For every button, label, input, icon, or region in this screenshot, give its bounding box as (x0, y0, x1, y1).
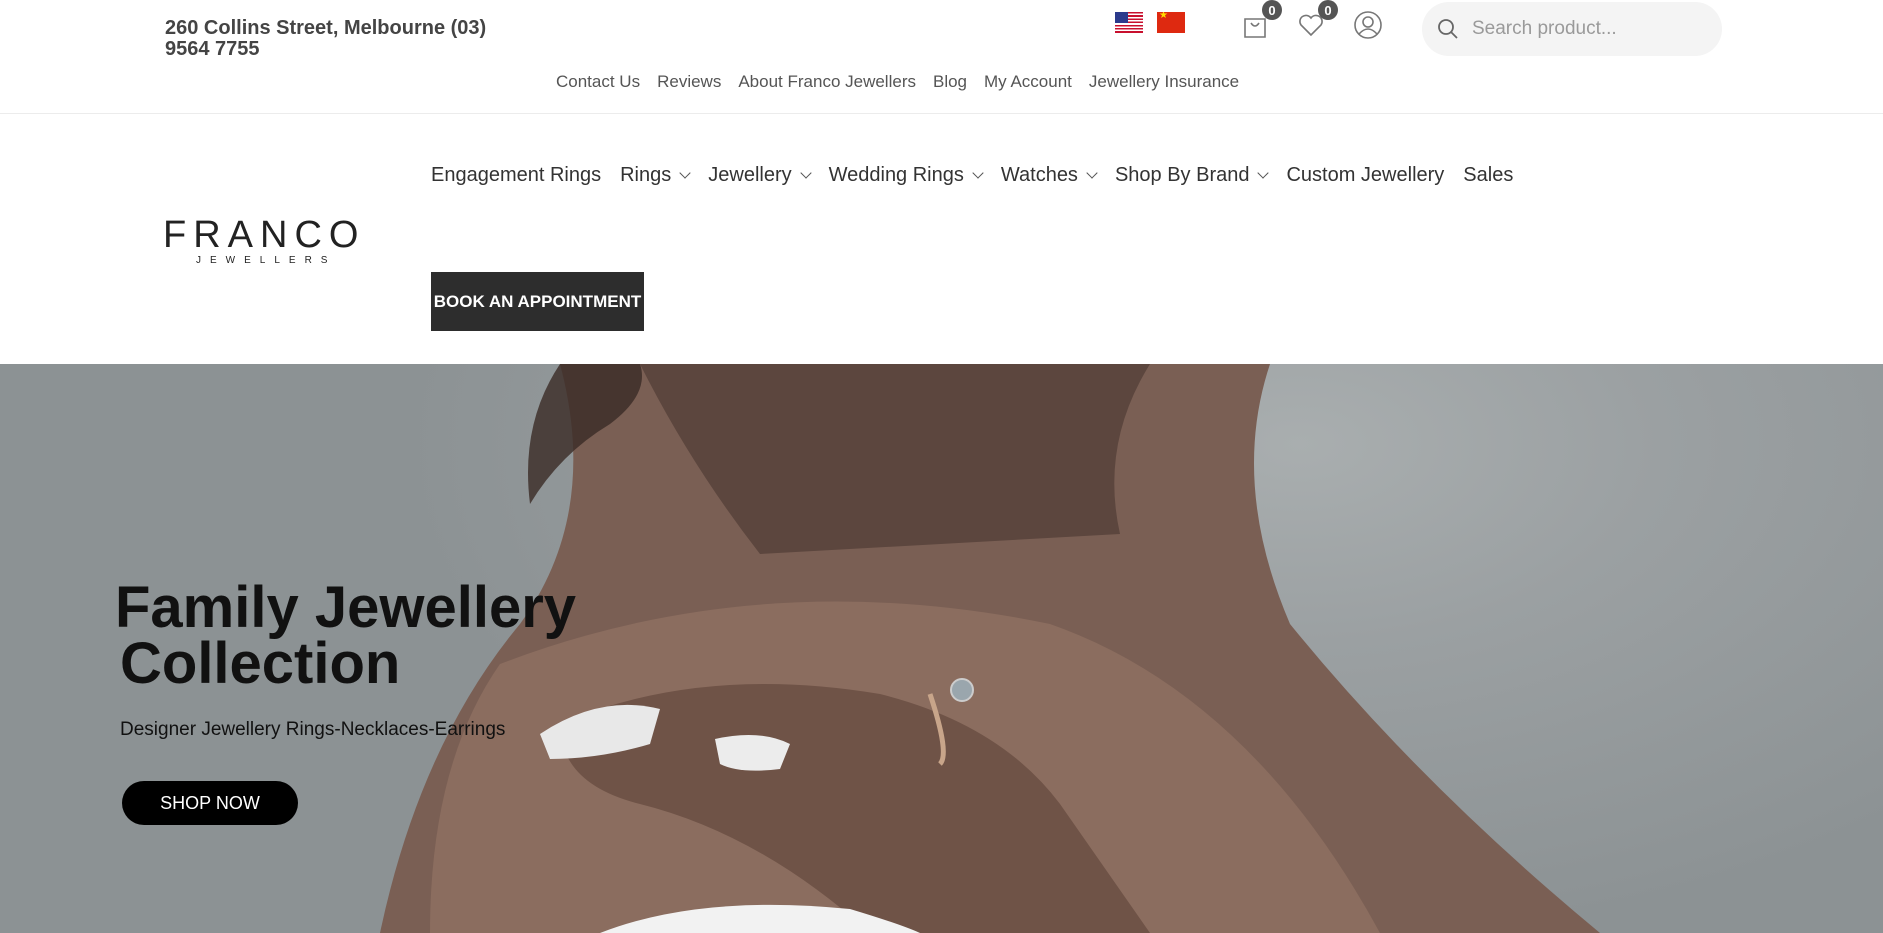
hero-banner: Family Jewellery Collection Designer Jew… (0, 364, 1883, 933)
site-logo[interactable]: FRANCO JEWELLERS (163, 214, 366, 266)
link-blog[interactable]: Blog (933, 72, 967, 92)
link-my-account[interactable]: My Account (984, 72, 1072, 92)
user-icon (1354, 11, 1382, 39)
chevron-down-icon (1086, 167, 1098, 179)
store-address: 260 Collins Street, Melbourne (03) 9564 … (165, 17, 487, 60)
nav-rings[interactable]: Rings (620, 164, 691, 187)
link-jewellery-insurance[interactable]: Jewellery Insurance (1089, 72, 1239, 92)
nav-engagement-rings[interactable]: Engagement Rings (431, 164, 601, 187)
search-input[interactable] (1472, 18, 1702, 40)
hero-title: Family Jewellery Collection (115, 579, 576, 696)
logo-name: FRANCO (163, 214, 366, 256)
chevron-down-icon (799, 167, 812, 179)
link-reviews[interactable]: Reviews (657, 72, 721, 92)
nav-label: Watches (1000, 164, 1078, 186)
hero-subtitle: Designer Jewellery Rings-Necklaces-Earri… (120, 719, 506, 740)
book-appointment-button[interactable]: BOOK AN APPOINTMENT (431, 272, 644, 331)
nav-watches[interactable]: Watches (1000, 164, 1098, 187)
account-button[interactable] (1353, 10, 1383, 40)
language-switcher (1115, 12, 1185, 33)
nav-custom-jewellery[interactable]: Custom Jewellery (1286, 164, 1444, 187)
nav-label: Engagement Rings (431, 164, 602, 186)
nav-label: Shop By Brand (1114, 164, 1250, 186)
search-icon[interactable] (1436, 17, 1460, 41)
top-links: Contact Us Reviews About Franco Jeweller… (556, 72, 1239, 92)
chevron-down-icon (679, 167, 691, 179)
nav-jewellery[interactable]: Jewellery (708, 164, 812, 187)
nav-label: Custom Jewellery (1286, 164, 1445, 186)
chevron-down-icon (1257, 167, 1270, 179)
flag-us-icon[interactable] (1115, 12, 1143, 33)
main-nav: Engagement Rings Rings Jewellery Wedding… (431, 164, 1513, 187)
logo-tagline: JEWELLERS (196, 255, 337, 266)
wishlist-count-badge: 0 (1318, 0, 1338, 20)
nav-wedding-rings[interactable]: Wedding Rings (828, 164, 984, 187)
flag-cn-icon[interactable] (1157, 12, 1185, 33)
wishlist-button[interactable]: 0 (1296, 0, 1338, 40)
top-bar: 260 Collins Street, Melbourne (03) 9564 … (0, 0, 1883, 114)
link-about[interactable]: About Franco Jewellers (738, 72, 916, 92)
nav-label: Wedding Rings (828, 164, 964, 186)
cart-count-badge: 0 (1262, 0, 1282, 20)
nav-label: Jewellery (708, 164, 792, 186)
nav-label: Rings (620, 164, 672, 186)
nav-label: Sales (1463, 164, 1514, 186)
shop-now-button[interactable]: SHOP NOW (122, 781, 298, 825)
search-box (1422, 2, 1722, 56)
nav-shop-by-brand[interactable]: Shop By Brand (1114, 164, 1270, 187)
chevron-down-icon (972, 167, 984, 179)
link-contact-us[interactable]: Contact Us (556, 72, 640, 92)
nav-sales[interactable]: Sales (1463, 164, 1513, 187)
cart-button[interactable]: 0 (1240, 0, 1282, 40)
hero-title-line2: Collection (120, 631, 401, 696)
